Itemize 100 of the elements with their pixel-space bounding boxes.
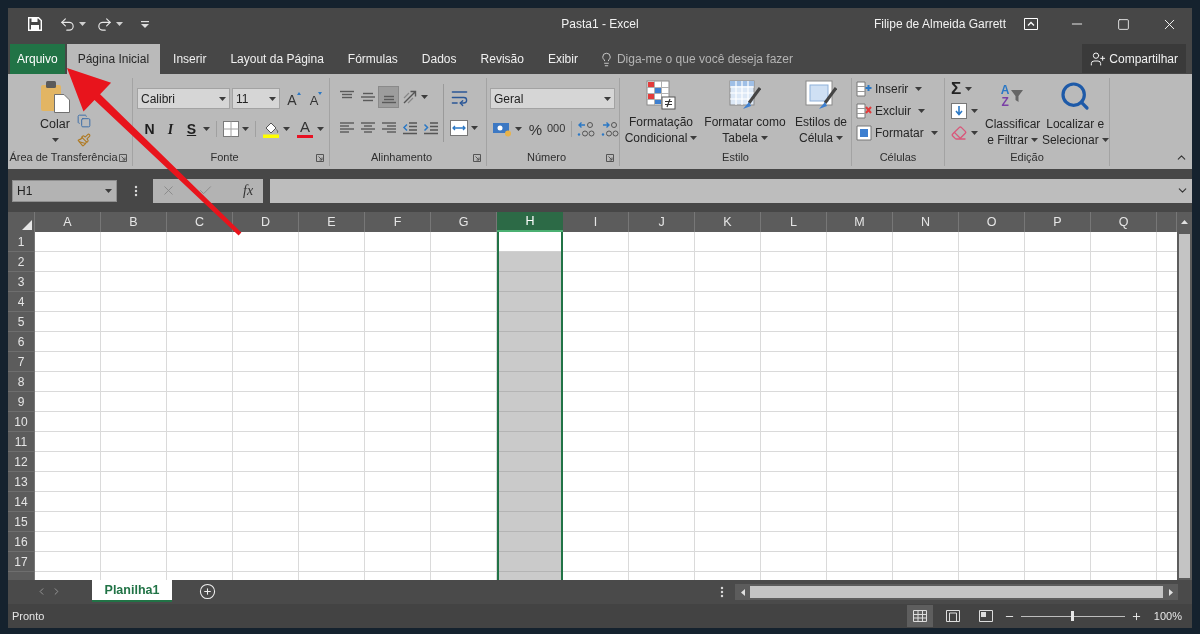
person-add-icon bbox=[1090, 50, 1107, 67]
ribbon-tab[interactable]: Exibir bbox=[536, 44, 589, 74]
row-header[interactable]: 7 bbox=[8, 352, 34, 372]
find-select-button[interactable]: Localizar e Selecionar bbox=[1041, 78, 1109, 148]
select-all-icon[interactable] bbox=[22, 220, 32, 230]
ribbon-tab[interactable]: Fórmulas bbox=[336, 44, 409, 74]
format-cells-button[interactable]: Formatar bbox=[856, 122, 944, 144]
borders-icon[interactable] bbox=[223, 120, 239, 137]
ribbon-tab[interactable]: Inserir bbox=[162, 44, 218, 74]
share-button[interactable]: Compartilhar bbox=[1082, 44, 1186, 73]
percent-button[interactable]: % bbox=[528, 118, 544, 139]
bottom-align-button[interactable] bbox=[378, 86, 399, 108]
row-header[interactable]: 3 bbox=[8, 272, 34, 292]
ribbon-tab[interactable]: Dados bbox=[410, 44, 468, 74]
dialog-launcher-icon[interactable] bbox=[119, 153, 127, 162]
ribbon-tab[interactable]: Página Inicial bbox=[66, 44, 161, 74]
add-sheet-icon[interactable] bbox=[199, 583, 216, 600]
sort-filter-button[interactable]: A Z Classificar e Filtrar bbox=[983, 78, 1042, 148]
selected-column[interactable] bbox=[497, 232, 563, 580]
row-header[interactable]: 11 bbox=[8, 432, 34, 452]
row-header[interactable]: 14 bbox=[8, 492, 34, 512]
scroll-right-icon[interactable] bbox=[1168, 588, 1173, 596]
caret-icon bbox=[317, 126, 324, 131]
zoom-slider-thumb[interactable] bbox=[1071, 611, 1075, 621]
group-label: Estilo bbox=[722, 150, 749, 166]
normal-view-button[interactable] bbox=[906, 605, 933, 627]
row-header[interactable]: 6 bbox=[8, 332, 34, 352]
formula-input[interactable] bbox=[270, 178, 1192, 203]
caret-icon bbox=[471, 126, 478, 130]
merge-center-icon[interactable] bbox=[450, 120, 468, 136]
row-header[interactable]: 10 bbox=[8, 412, 34, 432]
scroll-up-icon[interactable] bbox=[1181, 220, 1188, 224]
ribbon-tab[interactable]: Layout da Página bbox=[219, 44, 335, 74]
group-label: Área de Transferência bbox=[9, 150, 118, 166]
font-size-dropdown[interactable]: 11 bbox=[232, 88, 280, 109]
increase-indent-icon[interactable] bbox=[422, 121, 439, 135]
font-name-dropdown[interactable]: Calibri bbox=[137, 88, 230, 109]
row-header[interactable]: 12 bbox=[8, 452, 34, 472]
save-icon[interactable] bbox=[28, 17, 42, 31]
row-header[interactable]: 15 bbox=[8, 512, 34, 532]
dialog-launcher-icon[interactable] bbox=[473, 153, 481, 162]
zoom-slider-track[interactable] bbox=[1020, 611, 1125, 621]
row-header[interactable]: 9 bbox=[8, 392, 34, 412]
fill-down-icon[interactable] bbox=[951, 103, 967, 119]
cell-grid[interactable] bbox=[35, 232, 1177, 580]
dialog-launcher-icon[interactable] bbox=[606, 153, 614, 162]
conditional-formatting-button[interactable]: Formatação Condicional bbox=[622, 80, 700, 146]
number-format-dropdown[interactable]: Geral bbox=[490, 88, 615, 109]
scroll-left-icon[interactable] bbox=[740, 588, 745, 596]
shrink-font-button[interactable]: A bbox=[307, 88, 325, 109]
row-header[interactable]: 17 bbox=[8, 552, 34, 572]
row-header[interactable]: 5 bbox=[8, 312, 34, 332]
active-cell[interactable] bbox=[499, 232, 561, 252]
undo-icon[interactable] bbox=[59, 15, 76, 33]
underline-button[interactable]: S bbox=[181, 118, 202, 139]
row-header[interactable]: 4 bbox=[8, 292, 34, 312]
thousands-separator-button[interactable]: 000 bbox=[546, 118, 567, 139]
text-orientation-icon[interactable] bbox=[402, 89, 418, 105]
row-header[interactable]: 16 bbox=[8, 532, 34, 552]
dialog-launcher-icon[interactable] bbox=[316, 153, 324, 162]
autosum-button[interactable]: Σ bbox=[951, 78, 984, 100]
row-header[interactable]: 8 bbox=[8, 372, 34, 392]
tell-me-field[interactable]: Diga-me o que você deseja fazer bbox=[616, 47, 813, 71]
sheet-tab[interactable]: Planilha1 bbox=[92, 580, 172, 602]
file-tab[interactable]: Arquivo bbox=[10, 44, 65, 74]
page-break-icon[interactable] bbox=[978, 610, 993, 622]
decrease-indent-icon[interactable] bbox=[401, 121, 418, 135]
delete-cells-button[interactable]: Excluir bbox=[856, 100, 944, 122]
vertical-scrollbar[interactable] bbox=[1177, 232, 1192, 580]
font-color-button[interactable]: A bbox=[296, 118, 314, 139]
name-box[interactable]: H1 bbox=[12, 179, 117, 202]
middle-align-icon bbox=[359, 90, 376, 104]
row-header[interactable]: 2 bbox=[8, 252, 34, 272]
grow-font-button[interactable]: A bbox=[285, 88, 303, 109]
insert-cells-icon bbox=[856, 81, 872, 97]
cell-styles-button[interactable]: Estilos de Célula bbox=[790, 80, 852, 146]
format-as-table-button[interactable]: Formatar como Tabela bbox=[700, 80, 790, 146]
maximize-icon[interactable] bbox=[1116, 17, 1130, 31]
zoom-level[interactable]: 100% bbox=[1153, 607, 1182, 625]
paste-button[interactable]: Colar bbox=[38, 80, 72, 147]
redo-icon[interactable] bbox=[96, 15, 113, 33]
zoom-in-icon[interactable] bbox=[1130, 610, 1142, 622]
row-header[interactable]: 1 bbox=[8, 232, 34, 252]
bold-button[interactable]: N bbox=[139, 118, 160, 139]
column-header[interactable]: H bbox=[497, 212, 563, 232]
ribbon-tab[interactable]: Revisão bbox=[469, 44, 535, 74]
user-name[interactable]: Filipe de Almeida Garrett bbox=[873, 15, 1006, 33]
row-header[interactable]: 13 bbox=[8, 472, 34, 492]
increase-decimal-icon[interactable] bbox=[577, 120, 595, 137]
horizontal-scrollbar[interactable] bbox=[735, 584, 1178, 600]
page-layout-icon[interactable] bbox=[945, 610, 960, 622]
ribbon-display-options-icon[interactable] bbox=[1024, 18, 1038, 30]
accounting-format-icon[interactable] bbox=[492, 120, 512, 137]
decrease-decimal-icon[interactable] bbox=[601, 120, 619, 137]
insert-cells-button[interactable]: Inserir bbox=[856, 78, 944, 100]
customize-toolbar-icon[interactable] bbox=[141, 20, 149, 28]
caret-icon bbox=[971, 109, 978, 113]
insert-function-button[interactable]: fx bbox=[243, 180, 254, 201]
grid-view-icon[interactable] bbox=[912, 610, 927, 622]
italic-button[interactable]: I bbox=[160, 118, 181, 139]
